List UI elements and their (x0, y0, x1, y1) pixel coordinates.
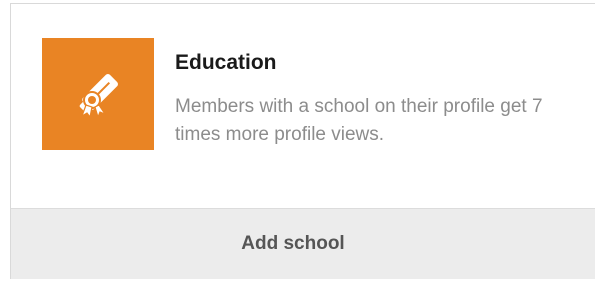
education-card: Education Members with a school on their… (10, 3, 595, 279)
card-footer: Add school (11, 208, 595, 279)
card-body: Education Members with a school on their… (11, 4, 595, 208)
diploma-icon (68, 64, 128, 124)
card-description: Members with a school on their profile g… (175, 96, 543, 145)
icon-tile (42, 38, 154, 150)
card-title: Education (175, 51, 277, 74)
add-school-button[interactable]: Add school (241, 233, 344, 255)
